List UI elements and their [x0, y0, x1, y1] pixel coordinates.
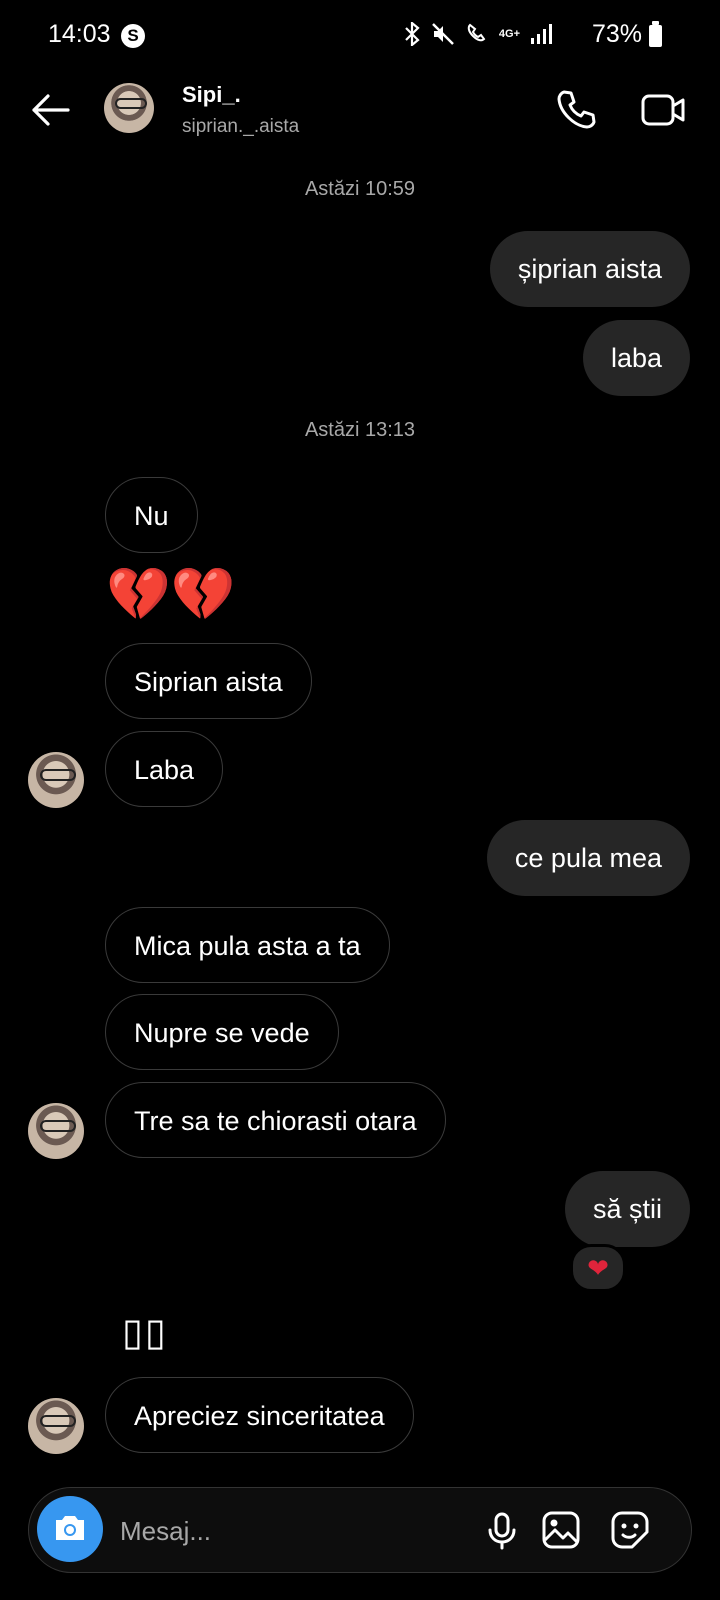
- video-call-button[interactable]: [640, 88, 686, 132]
- signal-icon: [531, 24, 552, 44]
- timestamp: Astăzi 13:13: [304, 419, 416, 441]
- message-outgoing[interactable]: ce pula mea: [486, 820, 690, 896]
- back-button[interactable]: [28, 88, 72, 132]
- heart-reaction-icon[interactable]: ❤: [570, 1244, 626, 1292]
- status-icons: 4G+: [403, 22, 552, 46]
- image-icon: [542, 1511, 580, 1549]
- phone-icon: [557, 90, 596, 129]
- message-input[interactable]: [118, 1508, 462, 1554]
- notification-badge-icon: S: [121, 24, 145, 48]
- message-incoming[interactable]: Apreciez sinceritatea: [105, 1377, 414, 1453]
- message-incoming[interactable]: Siprian aista: [105, 643, 312, 719]
- message-outgoing[interactable]: să știi: [564, 1171, 690, 1247]
- gallery-button[interactable]: [541, 1510, 581, 1550]
- battery-percent: 73%: [591, 20, 642, 48]
- message-incoming[interactable]: Mica pula asta a ta: [105, 907, 390, 983]
- call-button[interactable]: [554, 88, 598, 132]
- microphone-button[interactable]: [482, 1510, 522, 1550]
- message-incoming[interactable]: Nupre se vede: [105, 994, 339, 1070]
- timestamp: Astăzi 10:59: [304, 178, 416, 200]
- microphone-icon: [488, 1512, 516, 1550]
- contact-username[interactable]: siprian._.aista: [182, 116, 299, 138]
- mute-icon: [432, 23, 454, 45]
- sticker-icon: [611, 1511, 649, 1549]
- camera-button[interactable]: [37, 1496, 103, 1562]
- network-type: 4G+: [498, 27, 520, 40]
- video-camera-icon: [641, 94, 685, 126]
- contact-name[interactable]: Sipi_.: [182, 82, 241, 108]
- arrow-left-icon: [32, 94, 70, 126]
- bluetooth-icon: [405, 22, 420, 46]
- message-unrendered-emoji[interactable]: ▯▯: [122, 1310, 168, 1355]
- wifi-call-icon: [467, 23, 486, 42]
- status-time: 14:03: [48, 20, 111, 48]
- message-emoji[interactable]: 💔💔: [106, 564, 236, 625]
- message-outgoing[interactable]: șiprian aista: [489, 231, 690, 307]
- battery-icon: [649, 21, 662, 47]
- sender-avatar[interactable]: [28, 752, 84, 808]
- sticker-button[interactable]: [610, 1510, 650, 1550]
- contact-avatar[interactable]: [104, 83, 154, 133]
- sender-avatar[interactable]: [28, 1103, 84, 1159]
- message-incoming[interactable]: Nu: [105, 477, 198, 553]
- message-incoming[interactable]: Laba: [105, 731, 224, 807]
- message-incoming[interactable]: Tre sa te chiorasti otara: [105, 1082, 446, 1158]
- status-bar: 14:03 S 4G+ 73%: [0, 0, 720, 72]
- camera-icon: [56, 1516, 84, 1540]
- sender-avatar[interactable]: [28, 1398, 84, 1454]
- message-outgoing[interactable]: laba: [582, 320, 690, 396]
